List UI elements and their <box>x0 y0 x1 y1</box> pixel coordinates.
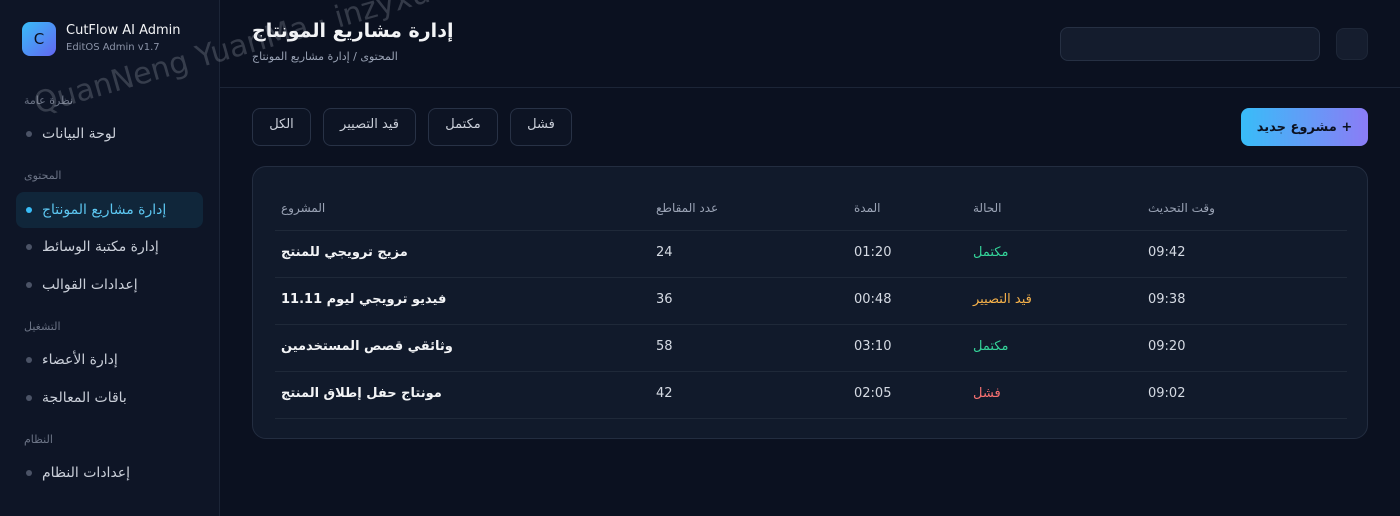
section-label-overview: نظرة عامة <box>24 94 74 107</box>
filter-rendering-button[interactable]: قيد التصيير <box>323 108 416 146</box>
sidebar-item-label: إدارة مشاريع المونتاج <box>42 202 167 218</box>
section-label-content: المحتوى <box>24 169 62 182</box>
cell-updated: 09:38 <box>1148 292 1186 307</box>
new-project-button[interactable]: مشروع جديد + <box>1241 108 1368 146</box>
brand: C CutFlow AI Admin EditOS Admin v1.7 <box>22 22 181 56</box>
divider <box>275 277 1347 278</box>
column-header-updated: وقت التحديث <box>1148 201 1215 215</box>
cell-project: فيديو ترويجي ليوم 11.11 <box>281 292 447 307</box>
cell-updated: 09:02 <box>1148 386 1186 401</box>
status-badge: مكتمل <box>973 245 1009 260</box>
filter-all-button[interactable]: الكل <box>252 108 311 146</box>
sidebar-item-templates[interactable]: إعدادات القوالب <box>16 267 203 303</box>
divider <box>275 418 1347 419</box>
filter-done-button[interactable]: مكتمل <box>428 108 498 146</box>
sidebar-item-label: لوحة البيانات <box>42 126 117 142</box>
status-badge: مكتمل <box>973 339 1009 354</box>
sidebar-item-label: إدارة مكتبة الوسائط <box>42 239 159 255</box>
cell-clips: 58 <box>656 339 673 354</box>
sidebar-item-plans[interactable]: باقات المعالجة <box>16 380 203 416</box>
cell-duration: 00:48 <box>854 292 892 307</box>
sidebar-item-members[interactable]: إدارة الأعضاء <box>16 342 203 378</box>
status-badge: قيد التصيير <box>973 292 1032 307</box>
sidebar-item-label: إدارة الأعضاء <box>42 352 118 368</box>
sidebar-item-dashboard[interactable]: لوحة البيانات <box>16 116 203 152</box>
sidebar-item-media-library[interactable]: إدارة مكتبة الوسائط <box>16 229 203 265</box>
bullet-icon <box>26 395 32 401</box>
column-header-duration: المدة <box>854 201 881 215</box>
page-title: إدارة مشاريع المونتاج <box>252 20 454 42</box>
filter-failed-button[interactable]: فشل <box>510 108 572 146</box>
sidebar-item-projects[interactable]: إدارة مشاريع المونتاج <box>16 192 203 228</box>
projects-table: المشروع عدد المقاطع المدة الحالة وقت الت… <box>252 166 1368 439</box>
column-header-status: الحالة <box>973 201 1002 215</box>
bullet-icon <box>26 470 32 476</box>
search-input[interactable] <box>1060 27 1320 61</box>
sidebar-item-label: باقات المعالجة <box>42 390 127 406</box>
bullet-icon <box>26 282 32 288</box>
sidebar: C CutFlow AI Admin EditOS Admin v1.7 نظر… <box>0 0 220 516</box>
sidebar-item-label: إعدادات القوالب <box>42 277 138 293</box>
brand-subtitle: EditOS Admin v1.7 <box>66 42 160 53</box>
cell-updated: 09:20 <box>1148 339 1186 354</box>
brand-title: CutFlow AI Admin <box>66 23 181 38</box>
cell-project: وثائقي قصص المستخدمين <box>281 339 453 354</box>
divider <box>275 324 1347 325</box>
bullet-icon <box>26 207 32 213</box>
status-badge: فشل <box>973 386 1001 401</box>
page-header: إدارة مشاريع المونتاج المحتوى / إدارة مش… <box>220 0 1400 88</box>
cell-updated: 09:42 <box>1148 245 1186 260</box>
brand-logo-icon: C <box>22 22 56 56</box>
cell-duration: 03:10 <box>854 339 892 354</box>
divider <box>275 230 1347 231</box>
cell-duration: 02:05 <box>854 386 892 401</box>
cell-duration: 01:20 <box>854 245 892 260</box>
bullet-icon <box>26 244 32 250</box>
sidebar-item-system-settings[interactable]: إعدادات النظام <box>16 455 203 491</box>
breadcrumb: المحتوى / إدارة مشاريع المونتاج <box>252 50 398 63</box>
cell-clips: 24 <box>656 245 673 260</box>
sidebar-item-label: إعدادات النظام <box>42 465 131 481</box>
divider <box>275 371 1347 372</box>
bullet-icon <box>26 357 32 363</box>
section-label-operations: التشغيل <box>24 320 61 333</box>
column-header-clips: عدد المقاطع <box>656 201 719 215</box>
cell-clips: 42 <box>656 386 673 401</box>
cell-project: مزيج ترويجي للمنتج <box>281 245 408 260</box>
cell-project: مونتاج حفل إطلاق المنتج <box>281 386 442 401</box>
header-action-button[interactable] <box>1336 28 1368 60</box>
bullet-icon <box>26 131 32 137</box>
column-header-project: المشروع <box>281 201 326 215</box>
section-label-system: النظام <box>24 433 53 446</box>
cell-clips: 36 <box>656 292 673 307</box>
